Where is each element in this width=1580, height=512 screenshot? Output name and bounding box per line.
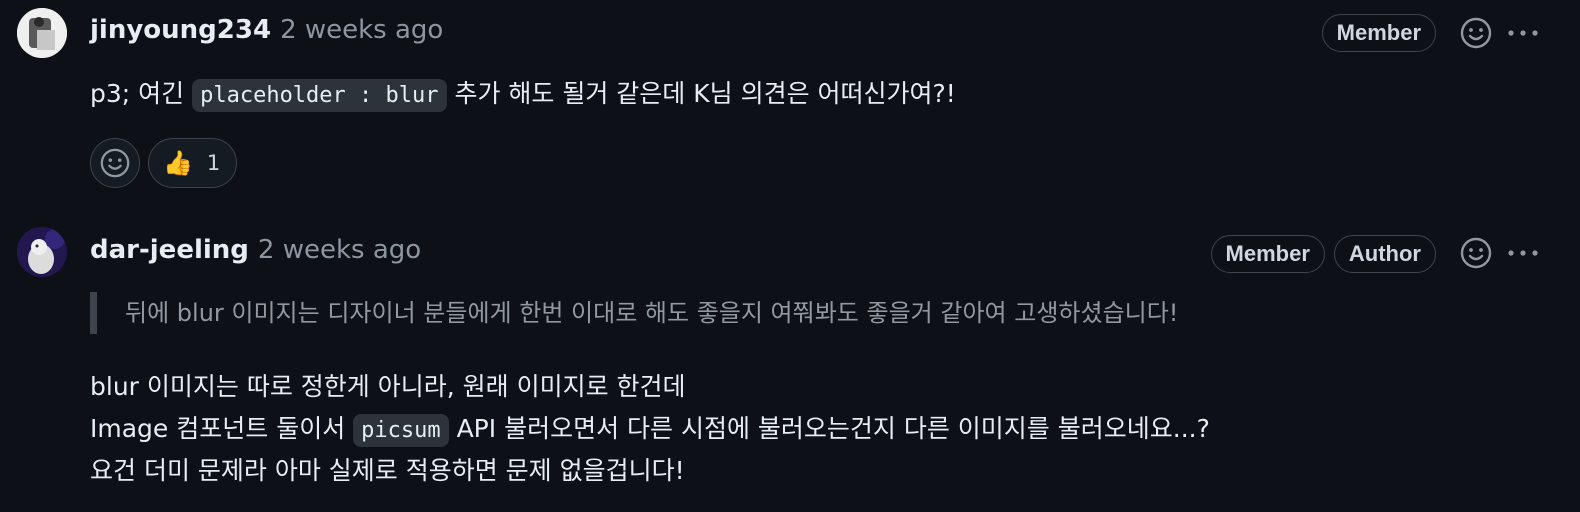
comment-text: p3; 여긴 [90, 79, 193, 108]
comment-jinyoung234: jinyoung234 2 weeks ago Member p3; 여긴 pl… [0, 0, 1580, 200]
thumbs-up-icon: 👍 [163, 149, 193, 177]
comment-text-line: 요건 더미 문제라 아마 실제로 적용하면 문제 없을겁니다! [90, 456, 685, 485]
member-badge: Member [1210, 235, 1325, 273]
smiley-icon [100, 148, 130, 178]
member-badge: Member [1321, 14, 1436, 52]
kebab-horizontal-icon [1508, 30, 1538, 36]
avatar-jinyoung234[interactable] [17, 8, 67, 58]
comment-header: dar-jeeling 2 weeks ago [90, 232, 421, 268]
comment-body: blur 이미지는 따로 정한게 아니라, 원래 이미지로 한건데 Image … [90, 366, 1210, 492]
comment-options-button[interactable] [1503, 13, 1543, 53]
reaction-thumbs-up[interactable]: 👍 1 [148, 138, 238, 188]
author-badges: Member Author [1210, 235, 1436, 273]
comment-header: jinyoung234 2 weeks ago [90, 12, 443, 48]
comment-timestamp[interactable]: 2 weeks ago [280, 15, 443, 45]
comment-text: 추가 해도 될거 같은데 K님 의견은 어떠신가여?! [446, 79, 956, 108]
comment-timestamp[interactable]: 2 weeks ago [258, 235, 421, 265]
comment-text-line: Image 컴포넌트 둘이서 picsum API 불러오면서 다른 시점에 불… [90, 408, 1210, 450]
add-reaction-pill[interactable] [90, 138, 140, 188]
author-badges: Member [1321, 14, 1436, 52]
add-reaction-button[interactable] [1456, 13, 1496, 53]
inline-code: picsum [353, 414, 449, 447]
comment-text: Image 컴포넌트 둘이서 [90, 414, 354, 443]
blockquote: 뒤에 blur 이미지는 디자이너 분들에게 한번 이대로 해도 좋을지 여쭤봐… [90, 292, 1178, 334]
inline-code: placeholder : blur [192, 79, 447, 112]
comment-body: p3; 여긴 placeholder : blur 추가 해도 될거 같은데 K… [90, 73, 956, 117]
avatar-dar-jeeling[interactable] [17, 227, 67, 277]
author-badge: Author [1333, 235, 1436, 273]
kebab-horizontal-icon [1508, 250, 1538, 256]
comment-options-button[interactable] [1503, 233, 1543, 273]
smiley-icon [1460, 237, 1492, 269]
comment-text: API 불러오면서 다른 시점에 불러오는건지 다른 이미지를 불러오네요...… [448, 414, 1210, 443]
author-name[interactable]: dar-jeeling [90, 235, 249, 265]
comment-text-line: blur 이미지는 따로 정한게 아니라, 원래 이미지로 한건데 [90, 372, 686, 401]
reactions-bar: 👍 1 [90, 138, 238, 188]
author-name[interactable]: jinyoung234 [90, 15, 271, 45]
add-reaction-button[interactable] [1456, 233, 1496, 273]
smiley-icon [1460, 17, 1492, 49]
reaction-count: 1 [206, 151, 221, 175]
